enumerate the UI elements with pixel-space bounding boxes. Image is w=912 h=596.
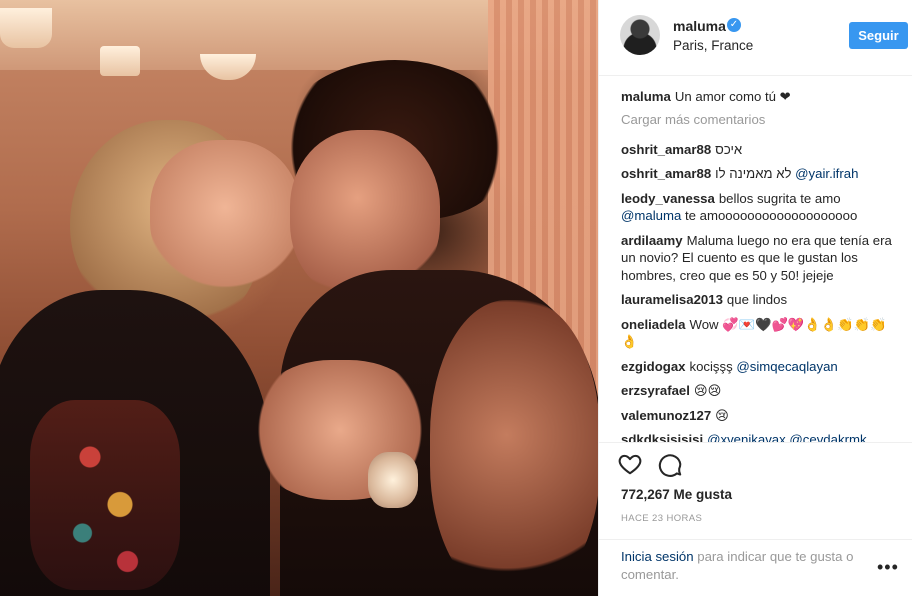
comment-text: לא מאמינה לו (715, 166, 792, 181)
list-item: ezgidogax kocişşş @simqecaqlayan (621, 358, 901, 376)
instagram-post: maluma ✓ Paris, France Seguir maluma Un a… (0, 0, 912, 596)
list-item: oshrit_amar88 איכס (621, 141, 901, 159)
list-item: valemunoz127 😢 (621, 407, 901, 425)
comment-username[interactable]: ardilaamy (621, 233, 683, 248)
location-link[interactable]: Paris, France (673, 38, 753, 53)
comment-mention[interactable]: @simqecaqlayan (736, 359, 837, 374)
comment-username[interactable]: sdkdkşişişişi (621, 432, 703, 442)
caption-username[interactable]: maluma (621, 89, 671, 104)
more-options-icon[interactable]: ••• (877, 558, 899, 576)
post-header: maluma ✓ Paris, France Seguir (599, 0, 912, 76)
comment-text: איכס (715, 141, 743, 157)
list-item: erzsyrafael 😢😢 (621, 382, 901, 400)
comment-username[interactable]: oshrit_amar88 (621, 142, 711, 157)
comment-text: bellos sugrita te amo (718, 190, 841, 206)
photo-lamp (100, 46, 140, 76)
comment-text: kocişşş (689, 358, 733, 374)
heart-outline-icon[interactable] (617, 451, 645, 479)
photo-embroidery (30, 400, 180, 590)
comment-username[interactable]: lauramelisa2013 (621, 292, 723, 307)
comment-username[interactable]: oshrit_amar88 (621, 166, 711, 181)
comment-username[interactable]: erzsyrafael (621, 383, 690, 398)
comment-mention[interactable]: @maluma (621, 208, 681, 223)
load-more-comments-button[interactable]: Cargar más comentarios (621, 112, 901, 127)
comment-text: te amooooooooooooooooooo (684, 208, 858, 223)
comment-text: 😢 (715, 407, 729, 423)
comments-list[interactable]: maluma Un amor como tú ❤ Cargar más comen… (621, 88, 901, 442)
comment-username[interactable]: ezgidogax (621, 359, 685, 374)
photo-lamp (200, 54, 256, 80)
photo-woman-face (150, 140, 300, 290)
comment-text: 😢😢 (693, 383, 722, 398)
follow-button[interactable]: Seguir (849, 22, 908, 49)
comment-text: que lindos (726, 292, 788, 307)
login-link[interactable]: Inicia sesión (621, 549, 694, 564)
login-prompt: Inicia sesión para indicar que te gusta … (599, 539, 912, 596)
caption-text: Un amor como tú ❤ (674, 89, 791, 104)
comment-username[interactable]: valemunoz127 (621, 408, 711, 423)
likes-count[interactable]: 772,267 Me gusta (621, 487, 732, 502)
list-item: oshrit_amar88 לא מאמינה לו @yair.ifrah (621, 165, 901, 183)
list-item: lauramelisa2013 que lindos (621, 291, 901, 309)
list-item: oneliadela Wow 💞💌🖤💕💖👌👌👏👏👏👌 (621, 316, 901, 351)
list-item: ardilaamy Maluma luego no era que tenía e… (621, 232, 901, 285)
comment-username[interactable]: leody_vanessa (621, 191, 715, 206)
post-photo[interactable] (0, 0, 598, 596)
photo-man-arm (430, 300, 598, 596)
login-prompt-text: Inicia sesión para indicar que te gusta … (621, 548, 876, 584)
photo-lamp (0, 8, 52, 48)
list-item: sdkdkşişişişi @xvenikavax @cevdakrmk (621, 431, 901, 442)
avatar[interactable] (620, 15, 660, 55)
caption: maluma Un amor como tú ❤ (621, 88, 901, 106)
list-item: leody_vanessa bellos sugrita te amo @malu… (621, 190, 901, 225)
post-sidebar: maluma ✓ Paris, France Seguir maluma Un a… (598, 0, 912, 596)
header-username[interactable]: maluma (673, 18, 726, 34)
post-actions: 772,267 Me gusta HACE 23 HORAS Inicia se… (599, 442, 912, 596)
post-timestamp[interactable]: HACE 23 HORAS (621, 513, 702, 524)
comment-bubble-icon[interactable] (657, 451, 685, 479)
photo-watch (368, 452, 418, 508)
comment-mention[interactable]: @xvenikavax @cevdakrmk (707, 432, 866, 442)
comment-mention[interactable]: @yair.ifrah (795, 166, 858, 181)
comment-username[interactable]: oneliadela (621, 317, 686, 332)
verified-badge-icon: ✓ (727, 18, 741, 32)
